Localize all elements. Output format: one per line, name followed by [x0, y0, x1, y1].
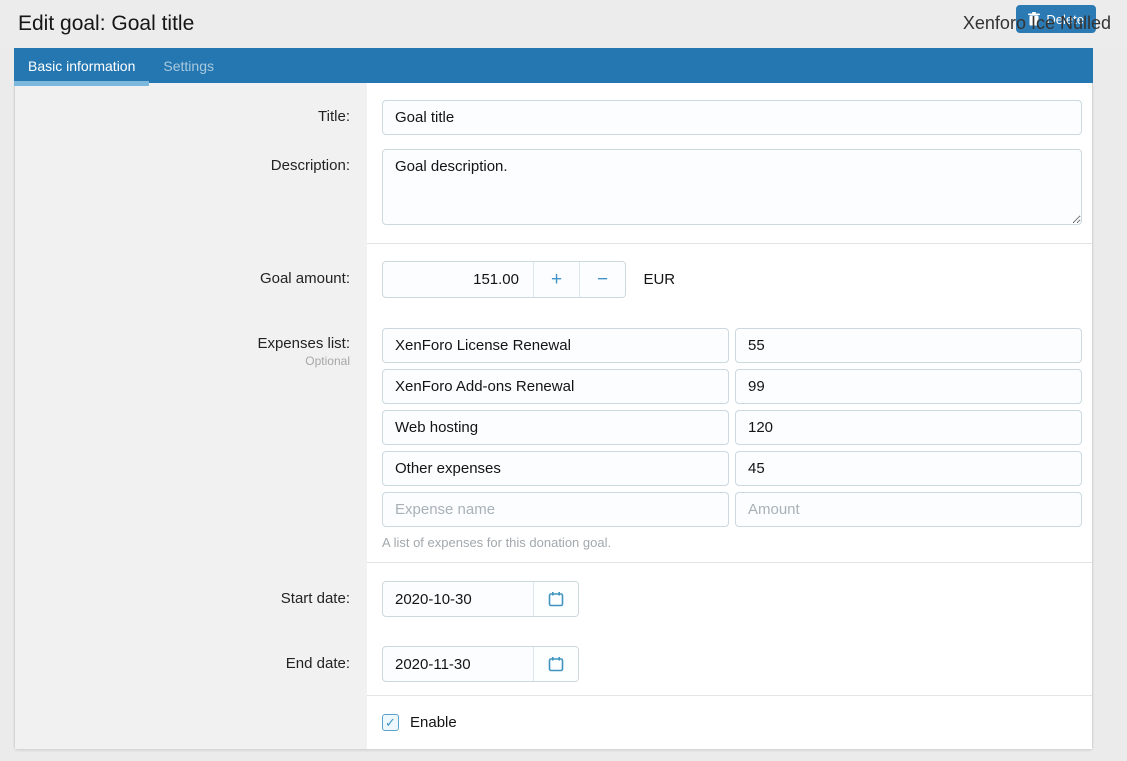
- expense-amount-input[interactable]: [735, 410, 1082, 445]
- enable-checkbox[interactable]: ✓: [382, 714, 399, 731]
- expense-amount-input[interactable]: [735, 369, 1082, 404]
- expense-row-empty: [382, 492, 1082, 527]
- minus-icon: −: [597, 269, 608, 290]
- expense-name-input[interactable]: [382, 410, 729, 445]
- tab-bar: Basic information Settings: [14, 48, 1093, 83]
- page-header: Edit goal: Goal title Delete Xenforo Ice…: [0, 0, 1127, 48]
- edit-goal-form-panel: Title: Description: Goal description. Go…: [14, 83, 1093, 750]
- tab-basic-information-label: Basic information: [28, 58, 135, 74]
- description-label: Description:: [15, 149, 367, 243]
- currency-label: EUR: [643, 271, 675, 288]
- end-date-label: End date:: [15, 632, 367, 695]
- expense-row: [382, 410, 1082, 445]
- start-date-control: [382, 581, 579, 617]
- calendar-icon: [548, 591, 564, 607]
- expense-row: [382, 369, 1082, 404]
- expense-name-input[interactable]: [382, 369, 729, 404]
- trash-icon: [1028, 12, 1040, 26]
- expense-amount-input[interactable]: [735, 492, 1082, 527]
- end-date-control: [382, 646, 579, 682]
- tab-settings[interactable]: Settings: [149, 48, 228, 83]
- start-date-picker-button[interactable]: [533, 582, 578, 616]
- plus-icon: +: [551, 269, 562, 290]
- expenses-helper-text: A list of expenses for this donation goa…: [382, 535, 1082, 550]
- optional-hint: Optional: [15, 354, 350, 368]
- start-date-label: Start date:: [15, 563, 367, 632]
- goal-amount-label: Goal amount:: [15, 244, 367, 314]
- title-input[interactable]: [382, 100, 1082, 135]
- form-grid: Title: Description: Goal description. Go…: [15, 83, 1092, 749]
- enable-checkbox-label: Enable: [410, 714, 457, 731]
- delete-button[interactable]: Delete: [1016, 5, 1096, 33]
- check-icon: ✓: [385, 715, 396, 730]
- tab-settings-label: Settings: [163, 58, 214, 74]
- tab-basic-information[interactable]: Basic information: [14, 48, 149, 83]
- delete-button-label: Delete: [1046, 12, 1084, 27]
- increment-button[interactable]: +: [533, 262, 579, 297]
- decrement-button[interactable]: −: [579, 262, 625, 297]
- enable-label-spacer: [15, 696, 367, 749]
- expense-row: [382, 328, 1082, 363]
- description-textarea[interactable]: Goal description.: [382, 149, 1082, 225]
- goal-amount-control: + −: [382, 261, 626, 298]
- end-date-input[interactable]: [383, 647, 533, 681]
- expense-name-input[interactable]: [382, 492, 729, 527]
- end-date-picker-button[interactable]: [533, 647, 578, 681]
- expense-name-input[interactable]: [382, 328, 729, 363]
- expense-amount-input[interactable]: [735, 328, 1082, 363]
- active-tab-underline: [14, 81, 149, 86]
- page-title: Edit goal: Goal title: [18, 12, 194, 36]
- goal-amount-input[interactable]: [383, 262, 533, 297]
- expenses-label: Expenses list: Optional: [15, 314, 367, 562]
- start-date-input[interactable]: [383, 582, 533, 616]
- title-label: Title:: [15, 83, 367, 149]
- expense-name-input[interactable]: [382, 451, 729, 486]
- expense-amount-input[interactable]: [735, 451, 1082, 486]
- calendar-icon: [548, 656, 564, 672]
- expense-row: [382, 451, 1082, 486]
